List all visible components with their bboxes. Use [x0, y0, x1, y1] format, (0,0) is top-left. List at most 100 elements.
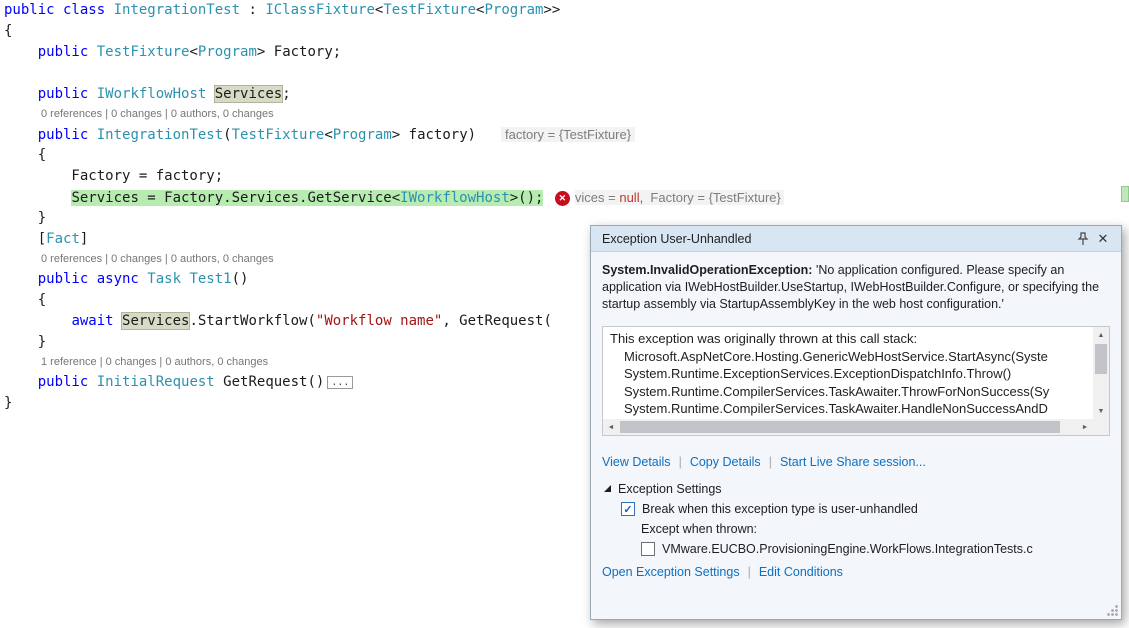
code-token: > Factory;: [256, 44, 342, 60]
code-token: public: [37, 44, 97, 60]
code-token: TestFixture: [383, 2, 477, 18]
code-token: (: [223, 127, 232, 143]
code-line: public IWorkflowHost Services;: [0, 84, 1129, 105]
codelens-line[interactable]: 0 references | 0 changes | 0 authors, 0 …: [0, 105, 1129, 124]
code-token: Task: [147, 271, 190, 287]
code-token: IWorkflowHost: [400, 190, 510, 206]
code-token: InitialRequest: [96, 374, 224, 390]
code-token: [: [4, 231, 47, 247]
code-token: public class: [4, 2, 114, 18]
code-token: <: [324, 127, 333, 143]
code-token: Fact: [46, 231, 80, 247]
code-token: Program: [484, 2, 544, 18]
except-type-checkbox[interactable]: [641, 542, 655, 556]
code-token: ]: [79, 231, 89, 247]
popup-title: Exception User-Unhandled: [602, 231, 752, 246]
code-token: IClassFixture: [265, 2, 375, 18]
vertical-scrollbar-thumb[interactable]: [1095, 344, 1107, 374]
code-line: Services = Factory.Services.GetService<I…: [0, 187, 1129, 208]
exception-message: System.InvalidOperationException: 'No ap…: [602, 262, 1110, 313]
code-token: public: [37, 86, 97, 102]
code-token: }: [4, 334, 47, 350]
code-token: }: [4, 395, 13, 411]
code-token: IntegrationTest: [96, 127, 224, 143]
copy-details-link[interactable]: Copy Details: [690, 455, 761, 469]
horizontal-scrollbar-thumb[interactable]: [620, 421, 1060, 433]
pin-icon[interactable]: [1073, 229, 1093, 249]
view-details-link[interactable]: View Details: [602, 455, 671, 469]
separator: |: [678, 455, 682, 469]
code-token: ...: [327, 375, 354, 389]
code-token: Test1: [189, 271, 232, 287]
popup-body: System.InvalidOperationException: 'No ap…: [591, 252, 1121, 579]
code-token: "Workflow name": [315, 313, 443, 329]
action-links-row: View Details | Copy Details | Start Live…: [602, 455, 1110, 469]
code-line: public IntegrationTest(TestFixture<Progr…: [0, 124, 1129, 145]
code-token: , GetRequest(: [442, 313, 552, 329]
code-token: 1 reference | 0 changes | 0 authors, 0 c…: [41, 356, 269, 368]
scrollbar-corner: [1093, 419, 1109, 435]
code-token: ;: [282, 86, 291, 102]
scroll-left-icon[interactable]: ◄: [603, 419, 619, 435]
scroll-down-icon[interactable]: ▼: [1093, 403, 1109, 419]
scroll-up-icon[interactable]: ▲: [1093, 327, 1109, 343]
open-exception-settings-link[interactable]: Open Exception Settings: [602, 565, 740, 579]
vertical-scrollbar[interactable]: ▲ ▼: [1093, 327, 1109, 419]
resize-grip[interactable]: [1106, 604, 1119, 617]
code-token: Factory = {TestFixture}: [643, 190, 785, 205]
code-token: > factory): [391, 127, 477, 143]
callstack-header: This exception was originally thrown at …: [610, 331, 918, 346]
code-line: {: [0, 145, 1129, 166]
except-checkbox-row: VMware.EUCBO.ProvisioningEngine.WorkFlow…: [641, 542, 1110, 556]
scrollbar-change-marker: [1121, 186, 1129, 202]
break-checkbox-row: ✓ Break when this exception type is user…: [621, 502, 1110, 516]
code-token: TestFixture: [231, 127, 325, 143]
except-type-label: VMware.EUCBO.ProvisioningEngine.WorkFlow…: [662, 542, 1033, 556]
code-token: TestFixture: [96, 44, 190, 60]
code-token: >();: [509, 190, 544, 206]
code-token: public async: [37, 271, 148, 287]
expander-triangle-icon[interactable]: [604, 484, 611, 492]
horizontal-scrollbar[interactable]: ◄ ►: [603, 419, 1093, 435]
code-token: await: [71, 313, 123, 329]
code-token: Services: [122, 313, 190, 329]
code-token: factory = {TestFixture}: [501, 127, 635, 142]
code-token: vices =: [574, 190, 620, 205]
code-token: IntegrationTest: [113, 2, 241, 18]
exception-settings-header[interactable]: Exception Settings: [602, 482, 1110, 496]
edit-conditions-link[interactable]: Edit Conditions: [759, 565, 843, 579]
error-icon[interactable]: ✕: [554, 190, 570, 206]
code-line: {: [0, 21, 1129, 42]
scroll-right-icon[interactable]: ►: [1077, 419, 1093, 435]
callstack-box[interactable]: This exception was originally thrown at …: [602, 326, 1110, 436]
close-icon[interactable]: ✕: [1093, 229, 1113, 249]
code-token: >>: [543, 2, 561, 18]
separator: |: [768, 455, 772, 469]
code-token: public: [37, 127, 97, 143]
code-line: public class IntegrationTest : IClassFix…: [0, 0, 1129, 21]
code-token: <: [189, 44, 198, 60]
exception-type: System.InvalidOperationException:: [602, 263, 813, 277]
callstack-frame: Microsoft.AspNetCore.Hosting.GenericWebH…: [624, 348, 1048, 364]
settings-links-row: Open Exception Settings | Edit Condition…: [602, 565, 1110, 579]
code-line: public TestFixture<Program> Factory;: [0, 42, 1129, 63]
code-token: }: [4, 210, 47, 226]
break-checkbox[interactable]: ✓: [621, 502, 635, 516]
code-token: Factory = factory;: [4, 168, 224, 184]
code-token: GetRequest(): [223, 374, 325, 390]
exception-helper-popup: Exception User-Unhandled ✕ System.Invali…: [590, 225, 1122, 620]
live-share-link[interactable]: Start Live Share session...: [780, 455, 926, 469]
break-checkbox-label: Break when this exception type is user-u…: [642, 502, 918, 516]
code-token: public: [37, 374, 97, 390]
code-token: Services = Factory.Services.GetService<: [71, 190, 401, 206]
code-token: 0 references | 0 changes | 0 authors, 0 …: [41, 108, 274, 120]
callstack-frame: System.Runtime.ExceptionServices.Excepti…: [624, 366, 1012, 381]
